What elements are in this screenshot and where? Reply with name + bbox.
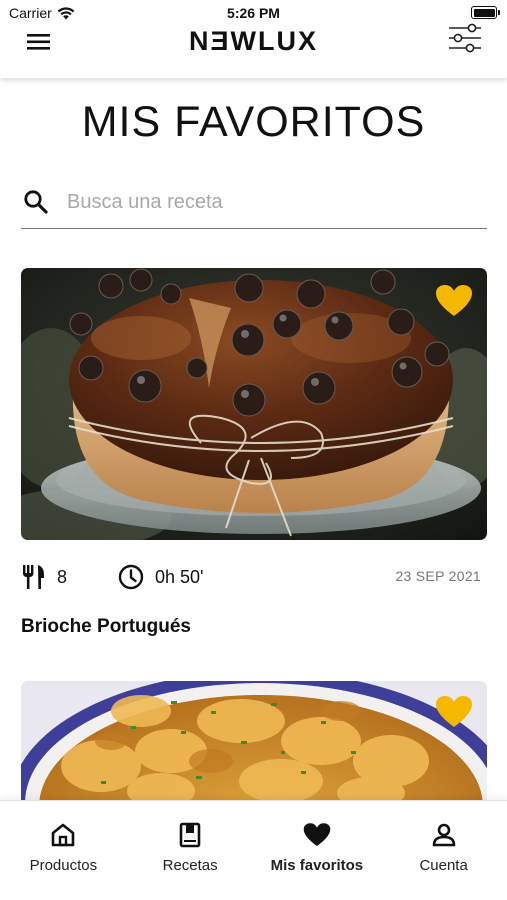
brioche-photo <box>21 268 487 540</box>
servings-count: 8 <box>57 566 68 587</box>
servings-info: 8 <box>22 564 67 590</box>
user-icon <box>431 821 457 849</box>
duration-value: 0h 50' <box>155 566 204 587</box>
app-header: NƎWLUX <box>0 22 507 78</box>
sliders-filter-icon <box>449 23 481 53</box>
tab-label: Cuenta <box>419 857 468 874</box>
tab-label: Productos <box>29 857 98 874</box>
recipe-meta: 8 0h 50' 23 SEP 2021 <box>21 564 487 590</box>
battery-icon <box>471 6 500 19</box>
recipe-image[interactable] <box>21 268 487 540</box>
favorite-heart-icon[interactable] <box>435 695 473 729</box>
utensils-icon <box>23 565 44 589</box>
home-icon <box>50 821 76 849</box>
recipe-card[interactable] <box>21 681 487 806</box>
heart-icon <box>303 821 331 849</box>
chicken-dish-photo <box>21 681 487 806</box>
recipe-date: 23 SEP 2021 <box>395 568 481 584</box>
book-icon <box>178 821 202 849</box>
tab-recetas[interactable]: Recetas <box>127 801 254 900</box>
search-input[interactable] <box>67 190 467 214</box>
recipe-card[interactable]: 8 0h 50' 23 SEP 2021 Brioche Portugués <box>21 268 487 637</box>
clock-icon <box>118 564 144 590</box>
tab-label: Recetas <box>162 857 218 874</box>
search-icon[interactable] <box>23 188 51 216</box>
duration-info: 0h 50' <box>118 564 203 590</box>
filter-button[interactable] <box>447 22 483 56</box>
favorite-heart-icon[interactable] <box>435 284 473 318</box>
tab-cuenta[interactable]: Cuenta <box>380 801 507 900</box>
bottom-tab-bar: Productos Recetas Mis favoritos Cuenta <box>0 800 507 900</box>
clock: 5:26 PM <box>227 5 280 21</box>
tab-productos[interactable]: Productos <box>0 801 127 900</box>
search-bar <box>21 176 487 229</box>
tab-mis-favoritos[interactable]: Mis favoritos <box>254 801 381 900</box>
recipe-title[interactable]: Brioche Portugués <box>21 616 191 638</box>
tab-label: Mis favoritos <box>270 857 364 874</box>
recipe-image[interactable] <box>21 681 487 806</box>
page-title: MIS FAVORITOS <box>81 98 426 146</box>
brand-logo: NƎWLUX <box>189 26 318 56</box>
